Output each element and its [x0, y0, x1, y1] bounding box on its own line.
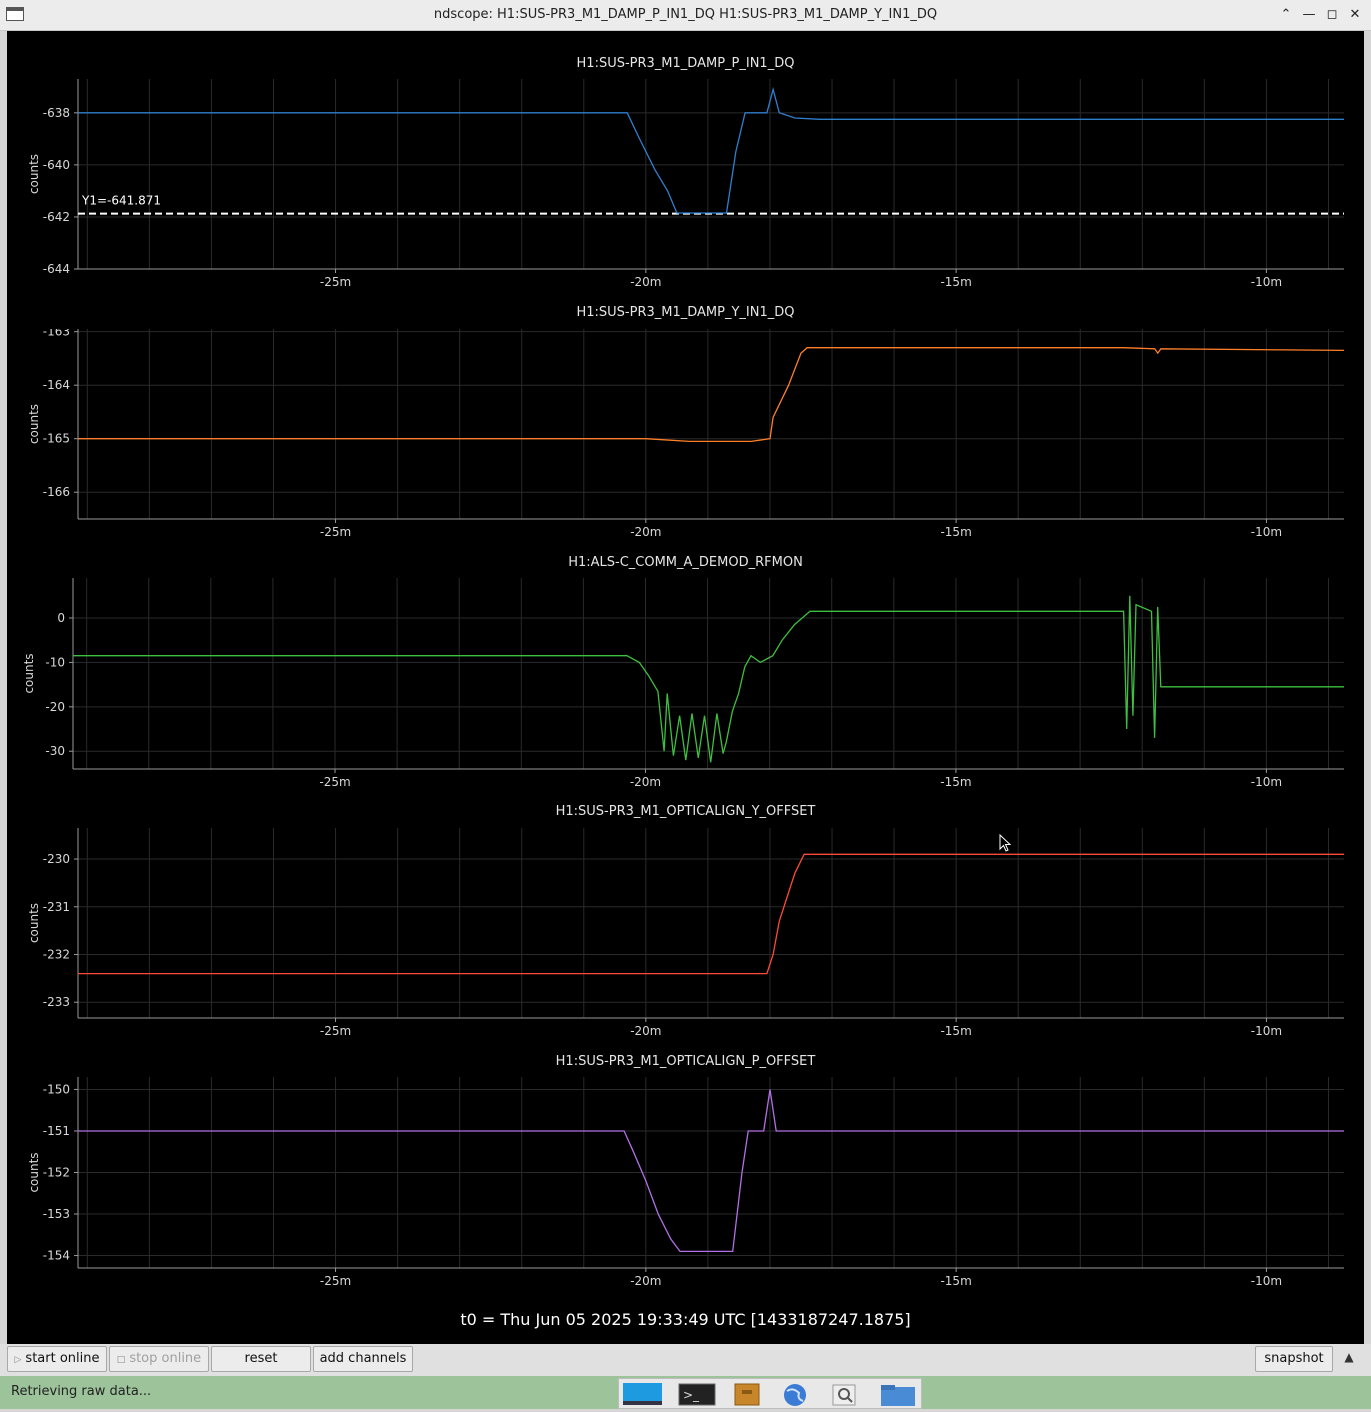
y-axis-label: counts: [27, 404, 41, 444]
toolbar: ▷ start online □ stop online reset add cha…: [0, 1344, 1371, 1376]
y-tick-label: -164: [43, 378, 70, 392]
scope-area: H1:SUS-PR3_M1_DAMP_P_IN1_DQ -638 -640 -642-…: [7, 31, 1364, 1344]
y-tick-label: -166: [43, 485, 70, 499]
series-line-1: [78, 86, 1344, 214]
plot-4[interactable]: -230 -231 -232 -233 counts -25m -20m -15m -10m: [7, 828, 1364, 1048]
x-tick-label: -15m: [940, 1274, 971, 1288]
plot-5[interactable]: -150 -151 -152 -153 -154 counts -25m -20m -15m -1…: [7, 1077, 1364, 1298]
cursor-label: Y1=-641.871: [81, 194, 161, 208]
series-line-2: [78, 347, 1344, 443]
mouse-pointer-icon: [999, 834, 1012, 852]
x-tick-label: -10m: [1251, 775, 1282, 789]
x-tick-label: -25m: [320, 275, 351, 289]
minimize-icon[interactable]: —: [1299, 5, 1319, 25]
plot-title-4: H1:SUS-PR3_M1_OPTICALIGN_Y_OFFSET: [555, 804, 816, 819]
y-tick-label: -638: [43, 106, 70, 120]
x-tick-label: -20m: [630, 775, 661, 789]
x-tick-label: -20m: [630, 275, 661, 289]
y-tick-label: -233: [43, 995, 70, 1009]
svg-text:>_: >_: [683, 1388, 700, 1402]
terminal-icon[interactable]: >_: [677, 1381, 717, 1408]
plot-title-5: H1:SUS-PR3_M1_OPTICALIGN_P_OFFSET: [555, 1054, 816, 1069]
x-tick-label: -20m: [630, 525, 661, 539]
y-tick-label: -152: [43, 1166, 70, 1180]
x-tick-label: -15m: [940, 275, 971, 289]
y-axis-label: counts: [27, 1152, 41, 1192]
maximize-icon[interactable]: ◻: [1322, 5, 1342, 25]
x-tick-label: -10m: [1251, 525, 1282, 539]
search-icon[interactable]: [825, 1381, 865, 1408]
y-tick-label: -644: [43, 262, 70, 276]
x-tick-label: -15m: [940, 775, 971, 789]
x-tick-label: -15m: [940, 1024, 971, 1038]
add-channels-button[interactable]: add channels: [313, 1346, 413, 1372]
y-tick-label: -642: [43, 210, 70, 224]
plot-2[interactable]: -163 -164 -165 -166 counts -25m -20m -15m -10m: [7, 329, 1364, 549]
archive-icon[interactable]: [727, 1381, 767, 1408]
stop-icon: □: [116, 1355, 126, 1365]
x-tick-label: -25m: [320, 1024, 351, 1038]
y-tick-label: -150: [43, 1082, 70, 1096]
y-tick-label: -154: [43, 1249, 70, 1263]
window-title: ndscope: H1:SUS-PR3_M1_DAMP_P_IN1_DQ H1:…: [433, 7, 938, 22]
snapshot-button[interactable]: snapshot: [1255, 1346, 1333, 1372]
series-line-4: [78, 853, 1344, 975]
y-tick-label: -232: [43, 948, 70, 962]
plot-title-3: H1:ALS-C_COMM_A_DEMOD_RFMON: [568, 555, 803, 570]
plot-title-1: H1:SUS-PR3_M1_DAMP_P_IN1_DQ: [576, 56, 795, 71]
folder-icon[interactable]: [878, 1381, 918, 1408]
y-tick-label: -640: [43, 158, 70, 172]
y-tick-label: -231: [43, 900, 70, 914]
plot-1[interactable]: -638 -640 -642 -644 counts -25m -20m -15m -10m Y1…: [7, 79, 1364, 299]
y-tick-label: -20: [45, 700, 65, 714]
y-axis-label: counts: [27, 903, 41, 943]
status-text: Retrieving raw data...: [11, 1384, 152, 1399]
plot-title-2: H1:SUS-PR3_M1_DAMP_Y_IN1_DQ: [576, 305, 795, 320]
start-online-button[interactable]: ▷ start online: [7, 1346, 107, 1372]
x-tick-label: -20m: [630, 1024, 661, 1038]
y-tick-label: -10: [45, 655, 65, 669]
x-tick-label: -10m: [1251, 1024, 1282, 1038]
title-bar: ndscope: H1:SUS-PR3_M1_DAMP_P_IN1_DQ H1:…: [0, 0, 1371, 31]
shade-icon[interactable]: ⌃: [1276, 5, 1296, 25]
stop-online-button[interactable]: □ stop online: [109, 1346, 209, 1372]
x-tick-label: -15m: [940, 525, 971, 539]
y-axis-label: counts: [27, 154, 41, 194]
series-line-3: [73, 595, 1344, 763]
y-tick-label: -163: [43, 329, 70, 339]
series-line-5: [78, 1089, 1344, 1253]
desktop-icon[interactable]: [622, 1381, 663, 1408]
y-tick-label: -165: [43, 432, 70, 446]
close-icon[interactable]: ✕: [1345, 5, 1365, 25]
y-tick-label: 0: [57, 611, 65, 625]
t0-label: t0 = Thu Jun 05 2025 19:33:49 UTC [14331…: [460, 1310, 911, 1329]
play-icon: ▷: [14, 1355, 22, 1365]
browser-icon[interactable]: [775, 1381, 815, 1408]
x-tick-label: -25m: [319, 775, 350, 789]
taskbar: >_: [618, 1378, 922, 1409]
y-tick-label: -151: [43, 1124, 70, 1138]
y-tick-label: -153: [43, 1207, 70, 1221]
reset-button[interactable]: reset: [211, 1346, 311, 1372]
x-tick-label: -20m: [630, 1274, 661, 1288]
plot-3[interactable]: 0 -10 -20 -30 counts -25m -20m -15m -10m: [7, 578, 1364, 799]
expand-up-icon[interactable]: ▲: [1338, 1350, 1360, 1370]
x-tick-label: -25m: [320, 1274, 351, 1288]
y-axis-label: counts: [22, 653, 36, 693]
y-tick-label: -230: [43, 852, 70, 866]
y-tick-label: -30: [45, 744, 65, 758]
x-tick-label: -10m: [1251, 1274, 1282, 1288]
x-tick-label: -10m: [1251, 275, 1282, 289]
x-tick-label: -25m: [320, 525, 351, 539]
